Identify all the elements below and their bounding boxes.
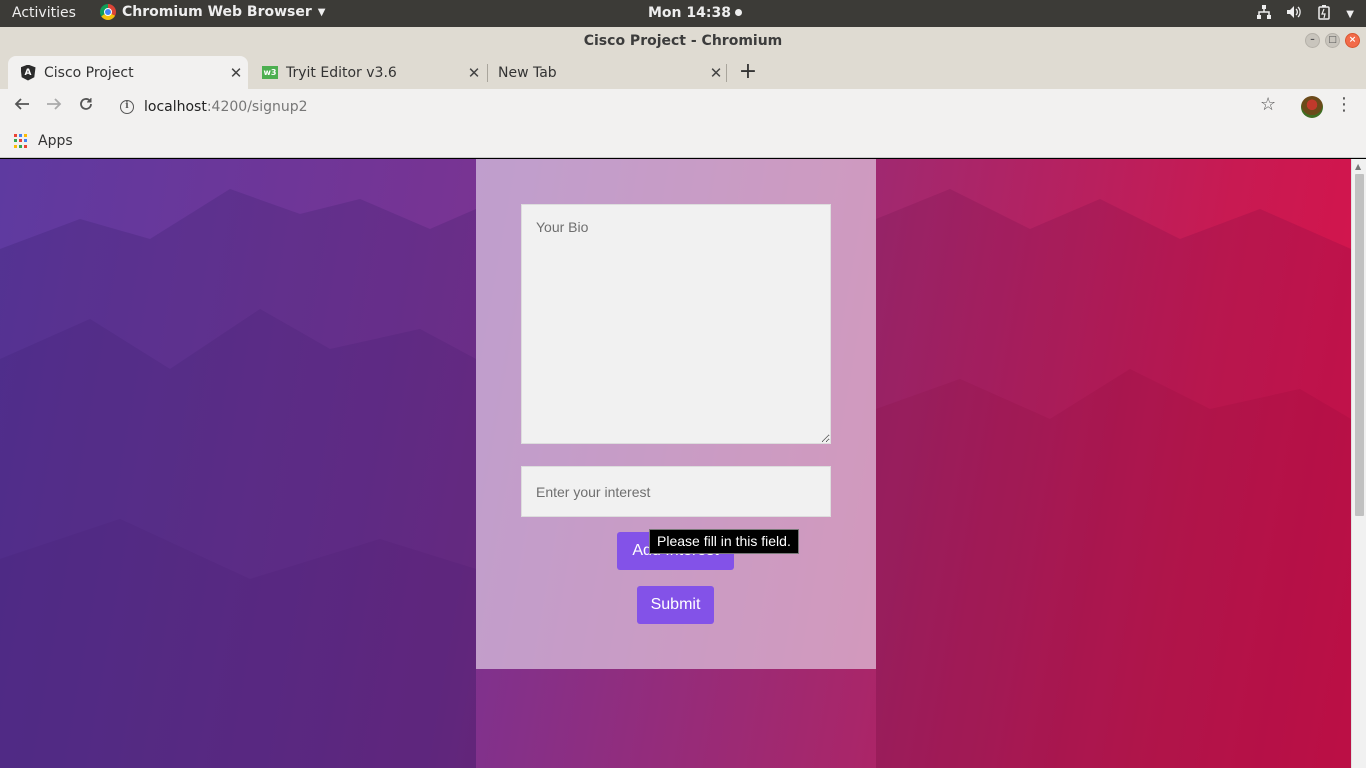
system-top-bar: Activities Chromium Web Browser ▼ Mon 14…	[0, 0, 1366, 27]
network-icon	[1256, 4, 1272, 24]
more-menu-icon[interactable]: ⋮	[1334, 94, 1354, 115]
page-viewport: Add Interest Submit	[0, 159, 1351, 768]
new-tab-button[interactable]: +	[736, 58, 760, 86]
system-tray[interactable]: ▼	[1256, 4, 1354, 24]
activities-button[interactable]: Activities	[12, 5, 76, 21]
reload-button[interactable]	[73, 94, 99, 120]
tab-tryit-editor[interactable]: w3 Tryit Editor v3.6 ✕	[250, 56, 486, 89]
chromium-icon	[100, 4, 116, 20]
url-host: localhost	[144, 99, 207, 115]
clock[interactable]: Mon 14:38	[648, 5, 742, 21]
close-icon[interactable]: ✕	[704, 64, 728, 82]
profile-avatar[interactable]	[1301, 96, 1323, 118]
apps-label: Apps	[38, 133, 73, 149]
apps-grid-icon	[14, 134, 28, 148]
forward-button[interactable]	[41, 94, 67, 120]
chevron-down-icon: ▼	[1346, 8, 1354, 20]
info-icon[interactable]: i	[120, 100, 134, 114]
scroll-up-icon[interactable]: ▲	[1355, 162, 1361, 171]
arrow-right-icon	[47, 98, 62, 110]
volume-icon	[1286, 4, 1302, 24]
bookmarks-bar: Apps	[0, 125, 1366, 158]
apps-shortcut[interactable]: Apps	[14, 133, 73, 149]
validation-tooltip: Please fill in this field.	[649, 529, 799, 554]
url-path: :4200/signup2	[206, 99, 308, 115]
chevron-down-icon: ▼	[317, 6, 326, 18]
tab-new-tab[interactable]: New Tab ✕	[488, 56, 728, 89]
close-window-button[interactable]: ×	[1345, 33, 1360, 48]
reload-icon	[80, 98, 92, 110]
close-icon[interactable]: ✕	[224, 64, 248, 82]
maximize-button[interactable]: □	[1325, 33, 1340, 48]
tab-label: Tryit Editor v3.6	[286, 64, 397, 81]
tab-cisco-project[interactable]: A Cisco Project ✕	[8, 56, 248, 89]
close-icon[interactable]: ✕	[462, 64, 486, 82]
clock-label: Mon 14:38	[648, 5, 731, 21]
address-bar[interactable]: i localhost:4200/signup2	[110, 93, 1290, 121]
window-title: Cisco Project - Chromium	[583, 33, 783, 49]
signup-card: Add Interest Submit	[476, 159, 876, 669]
window-title-bar: Cisco Project - Chromium – □ ×	[0, 27, 1366, 55]
interest-input[interactable]	[521, 466, 831, 517]
bookmark-star-icon[interactable]: ☆	[1260, 94, 1276, 115]
arrow-left-icon	[14, 98, 29, 110]
app-menu-label: Chromium Web Browser	[122, 4, 312, 20]
submit-button[interactable]: Submit	[637, 586, 714, 624]
tab-separator	[726, 64, 727, 82]
vertical-scrollbar[interactable]: ▲	[1351, 159, 1366, 768]
battery-icon	[1316, 4, 1332, 24]
tab-label: Cisco Project	[44, 64, 134, 81]
back-button[interactable]	[9, 94, 35, 120]
tab-strip: A Cisco Project ✕ w3 Tryit Editor v3.6 ✕…	[0, 55, 1366, 89]
angular-icon: A	[20, 64, 36, 81]
browser-toolbar: i localhost:4200/signup2 ☆ ⋮	[0, 89, 1366, 125]
scrollbar-thumb[interactable]	[1355, 174, 1364, 516]
notification-dot-icon	[734, 9, 742, 16]
tab-label: New Tab	[498, 64, 557, 81]
app-menu[interactable]: Chromium Web Browser ▼	[100, 4, 325, 20]
bio-textarea[interactable]	[521, 204, 831, 444]
minimize-button[interactable]: –	[1305, 33, 1320, 48]
w3schools-icon: w3	[262, 66, 278, 79]
